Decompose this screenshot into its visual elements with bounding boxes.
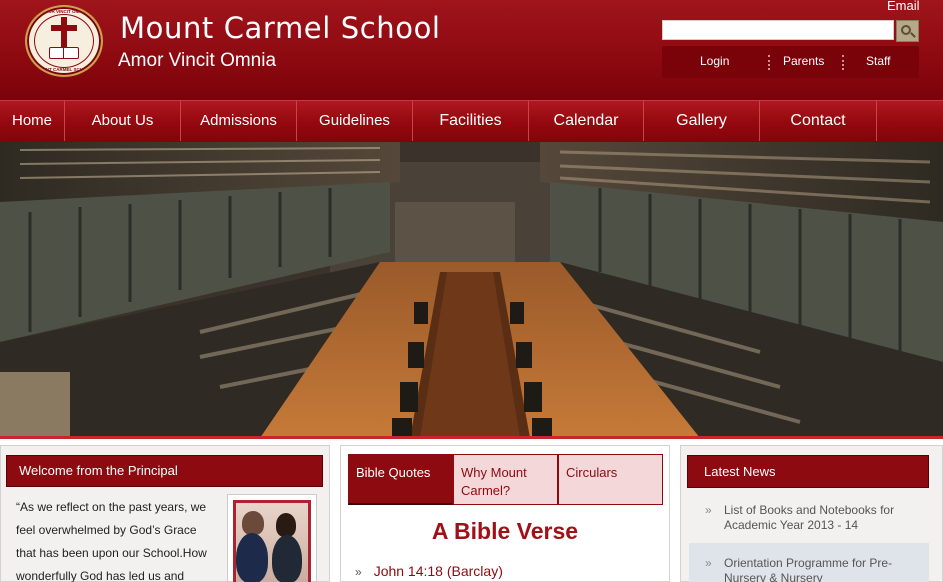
latest-news-heading[interactable]: Latest News: [687, 455, 929, 488]
news-item-text[interactable]: Orientation Programme for Pre-Nursery & …: [724, 556, 892, 582]
separator: [842, 55, 844, 70]
news-item-text[interactable]: List of Books and Notebooks for Academic…: [724, 503, 894, 532]
email-link[interactable]: Email: [887, 0, 920, 13]
principal-photo[interactable]: [227, 494, 317, 582]
main-nav: Home About Us Admissions Guidelines Faci…: [0, 100, 943, 142]
search-button[interactable]: [896, 20, 919, 42]
school-motto: Amor Vincit Omnia: [118, 50, 277, 71]
search-input[interactable]: [662, 20, 894, 40]
bible-verse-heading: A Bible Verse: [431, 518, 579, 544]
tab-circulars[interactable]: Circulars: [558, 454, 663, 505]
person-body: [272, 535, 302, 582]
nav-gallery[interactable]: Gallery: [644, 101, 760, 141]
site-header: AMOR VINCIT OMNIA MOUNT CARMEL SCHOOL Mo…: [0, 0, 943, 100]
nav-admissions[interactable]: Admissions: [181, 101, 297, 141]
news-item[interactable]: » Orientation Programme for Pre-Nursery &…: [689, 556, 929, 582]
tab-why-mount-carmel[interactable]: Why Mount Carmel?: [453, 454, 558, 505]
nav-guidelines[interactable]: Guidelines: [297, 101, 413, 141]
welcome-heading[interactable]: Welcome from the Principal: [6, 455, 323, 487]
nav-facilities[interactable]: Facilities: [413, 101, 529, 141]
login-link[interactable]: Login: [700, 54, 729, 68]
nav-calendar[interactable]: Calendar: [529, 101, 644, 141]
verse-link[interactable]: John 14:18 (Barclay): [374, 563, 503, 579]
school-crest-logo[interactable]: AMOR VINCIT OMNIA MOUNT CARMEL SCHOOL: [25, 5, 103, 77]
login-bar: Login Parents Staff: [662, 46, 919, 78]
person-body: [236, 533, 268, 582]
news-item[interactable]: » List of Books and Notebooks for Academi…: [689, 503, 929, 533]
welcome-text: “As we reflect on the past years, we fee…: [16, 500, 207, 582]
open-book-icon: [49, 47, 79, 59]
cross-icon: [61, 17, 67, 51]
person-head: [276, 513, 296, 537]
bullet-icon: »: [705, 556, 712, 570]
school-name[interactable]: Mount Carmel School: [120, 11, 441, 45]
parents-link[interactable]: Parents: [783, 54, 824, 68]
crest-top-text: AMOR VINCIT OMNIA: [41, 9, 87, 14]
crest-bottom-text: MOUNT CARMEL SCHOOL: [35, 67, 93, 72]
person-head: [242, 511, 264, 535]
nav-contact[interactable]: Contact: [760, 101, 877, 141]
tab-bible-quotes[interactable]: Bible Quotes: [348, 454, 453, 505]
tab-bar: Bible Quotes Why Mount Carmel? Circulars: [348, 454, 663, 505]
staff-link[interactable]: Staff: [866, 54, 890, 68]
separator: [768, 55, 770, 70]
library-illustration: [0, 142, 943, 438]
bullet-icon: »: [355, 565, 362, 579]
hero-library-image: [0, 142, 943, 438]
bullet-icon: »: [705, 503, 712, 517]
nav-about-us[interactable]: About Us: [65, 101, 181, 141]
magnifier-handle: [910, 32, 916, 38]
nav-home[interactable]: Home: [0, 101, 65, 141]
hero-divider: [0, 436, 943, 439]
verse-reference[interactable]: » John 14:18 (Barclay): [355, 563, 503, 579]
cross-bar: [51, 25, 77, 31]
